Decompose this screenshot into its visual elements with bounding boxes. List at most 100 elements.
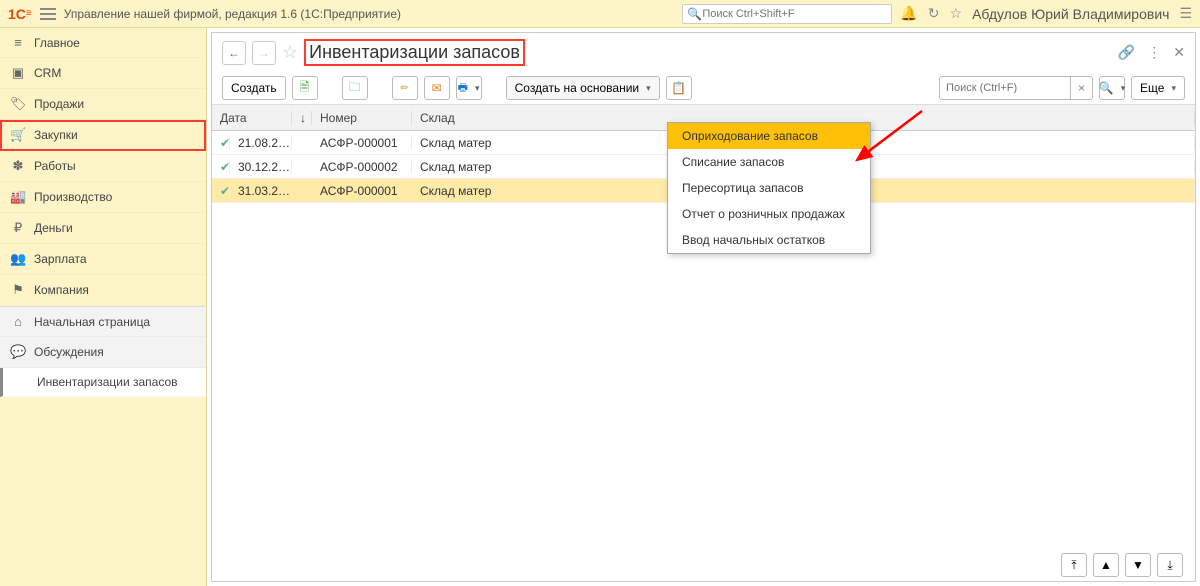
toolbar-search[interactable]: × xyxy=(939,76,1093,100)
sidebar-item-label: Деньги xyxy=(34,221,73,235)
copy-button[interactable]: 🗎 xyxy=(292,76,318,100)
sidebar-item-company[interactable]: ⚑Компания xyxy=(0,275,206,306)
create-button[interactable]: Создать xyxy=(222,76,286,100)
edit-button[interactable]: ✏ xyxy=(392,76,418,100)
ruble-icon: ₽ xyxy=(10,220,26,236)
column-header-number[interactable]: Номер xyxy=(312,111,412,125)
hamburger-icon[interactable] xyxy=(40,8,56,20)
column-header-label: Склад xyxy=(420,111,455,125)
cell-date: 31.03.2… xyxy=(230,184,292,198)
link-icon[interactable]: 🔗 xyxy=(1118,44,1135,61)
scroll-up-button[interactable]: ▲ xyxy=(1093,553,1119,577)
people-icon: 👥 xyxy=(10,251,26,267)
scroll-down-button[interactable]: ▼ xyxy=(1125,553,1151,577)
menu-item-label: Пересортица запасов xyxy=(682,181,803,195)
app-title: Управление нашей фирмой, редакция 1.6 (1… xyxy=(64,7,401,21)
menu-item-writeoff[interactable]: Списание запасов xyxy=(668,149,870,175)
cell-date: 30.12.2… xyxy=(230,160,292,174)
sort-indicator[interactable]: ↓ xyxy=(292,111,312,125)
forward-button[interactable]: → xyxy=(252,41,276,65)
sidebar-item-label: Обсуждения xyxy=(34,345,104,359)
chat-icon: 💬 xyxy=(10,344,26,360)
sidebar-item-label: Продажи xyxy=(34,97,84,111)
sidebar-item-inventory[interactable]: Инвентаризации запасов xyxy=(0,368,206,397)
sidebar-item-label: Зарплата xyxy=(34,252,87,266)
sidebar-item-home[interactable]: ⌂Начальная страница xyxy=(0,307,206,337)
back-button[interactable]: ← xyxy=(222,41,246,65)
sidebar-item-sales[interactable]: 🏷 Продажи xyxy=(0,89,206,120)
menu-item-label: Отчет о розничных продажах xyxy=(682,207,845,221)
menu-icon: ≡ xyxy=(10,35,26,50)
favorite-star-icon[interactable]: ☆ xyxy=(282,42,298,63)
pencil-icon: ✏ xyxy=(400,83,408,94)
toolbar-search-input[interactable] xyxy=(940,77,1070,99)
factory-icon: 🏭 xyxy=(10,189,26,205)
scroll-top-button[interactable]: ⤒ xyxy=(1061,553,1087,577)
more-button[interactable]: Еще xyxy=(1131,76,1185,100)
row-status-icon: ✔ xyxy=(212,160,230,174)
more-label: Еще xyxy=(1140,81,1164,95)
sidebar-item-crm[interactable]: ▣ CRM xyxy=(0,58,206,89)
home-icon: ⌂ xyxy=(10,314,26,329)
bell-icon[interactable]: 🔔 xyxy=(900,5,917,22)
menu-item-initial-balances[interactable]: Ввод начальных остатков xyxy=(668,227,870,253)
settings-icon[interactable]: ☰ xyxy=(1179,5,1192,22)
create-based-button[interactable]: Создать на основании xyxy=(506,76,660,100)
create-based-dropdown: Оприходование запасов Списание запасов П… xyxy=(667,122,871,254)
cell-date: 21.08.2… xyxy=(230,136,292,150)
search-settings-button[interactable]: 🔍 xyxy=(1099,76,1125,100)
menu-item-receipt[interactable]: Оприходование запасов xyxy=(668,123,870,149)
logo: 1C≡ xyxy=(8,6,32,22)
kebab-icon[interactable]: ⋮ xyxy=(1147,44,1161,61)
row-status-icon: ✔ xyxy=(212,184,230,198)
sidebar-item-money[interactable]: ₽ Деньги xyxy=(0,213,206,244)
sidebar-item-label: Компания xyxy=(34,283,89,297)
sidebar-item-production[interactable]: 🏭 Производство xyxy=(0,182,206,213)
column-header-date[interactable]: Дата xyxy=(212,111,292,125)
topbar: 1C≡ Управление нашей фирмой, редакция 1.… xyxy=(0,0,1200,28)
find-icon: 🗀 xyxy=(349,78,361,99)
sidebar-item-works[interactable]: ✽Работы xyxy=(0,151,206,182)
sidebar-item-label: CRM xyxy=(34,66,61,80)
star-icon[interactable]: ☆ xyxy=(950,5,963,22)
crm-icon: ▣ xyxy=(10,65,26,81)
sidebar-item-purchases[interactable]: 🛒Закупки xyxy=(0,120,206,151)
create-based-label: Создать на основании xyxy=(515,81,640,95)
header-right-icons: 🔗 ⋮ ✕ xyxy=(1118,44,1185,61)
toolbar: Создать 🗎 🗀 ✏ ✉ 🖶 Создать на основании 📋… xyxy=(212,72,1195,104)
report-button[interactable]: 📋 xyxy=(666,76,692,100)
sidebar-item-payroll[interactable]: 👥 Зарплата xyxy=(0,244,206,275)
history-icon[interactable]: ↻ xyxy=(928,5,940,22)
global-search-input[interactable] xyxy=(702,8,887,20)
envelope-icon: ✉ xyxy=(432,81,442,95)
find-button[interactable]: 🗀 xyxy=(342,76,368,100)
row-status-icon: ✔ xyxy=(212,136,230,150)
cell-number: АСФР-000002 xyxy=(312,160,412,174)
cell-number: АСФР-000001 xyxy=(312,184,412,198)
sidebar-item-discussions[interactable]: 💬 Обсуждения xyxy=(0,337,206,368)
username[interactable]: Абдулов Юрий Владимирович xyxy=(972,6,1169,22)
page-title: Инвентаризации запасов xyxy=(304,39,525,66)
sidebar-item-label: Закупки xyxy=(34,128,78,142)
sidebar-item-label: Производство xyxy=(34,190,112,204)
search-icon: 🔍 xyxy=(1099,81,1114,95)
global-search[interactable]: 🔍 xyxy=(682,4,892,24)
mail-button[interactable]: ✉ xyxy=(424,76,450,100)
page-header: ← → ☆ Инвентаризации запасов 🔗 ⋮ ✕ xyxy=(212,33,1195,72)
menu-item-retail-report[interactable]: Отчет о розничных продажах xyxy=(668,201,870,227)
menu-item-label: Ввод начальных остатков xyxy=(682,233,825,247)
sidebar-item-label: Главное xyxy=(34,36,80,50)
clear-search-button[interactable]: × xyxy=(1070,77,1092,99)
print-button[interactable]: 🖶 xyxy=(456,76,482,100)
close-icon[interactable]: ✕ xyxy=(1173,44,1185,61)
grid-footer: ⤒ ▲ ▼ ⤓ xyxy=(1061,553,1183,577)
sidebar-item-label: Работы xyxy=(34,159,76,173)
sidebar-item-main[interactable]: ≡ Главное xyxy=(0,28,206,58)
report-icon: 📋 xyxy=(671,81,686,95)
tag-icon: 🏷 xyxy=(10,96,26,112)
menu-item-label: Оприходование запасов xyxy=(682,129,818,143)
menu-item-resort[interactable]: Пересортица запасов xyxy=(668,175,870,201)
scroll-bottom-button[interactable]: ⤓ xyxy=(1157,553,1183,577)
cell-number: АСФР-000001 xyxy=(312,136,412,150)
printer-icon: 🖶 xyxy=(458,79,468,98)
